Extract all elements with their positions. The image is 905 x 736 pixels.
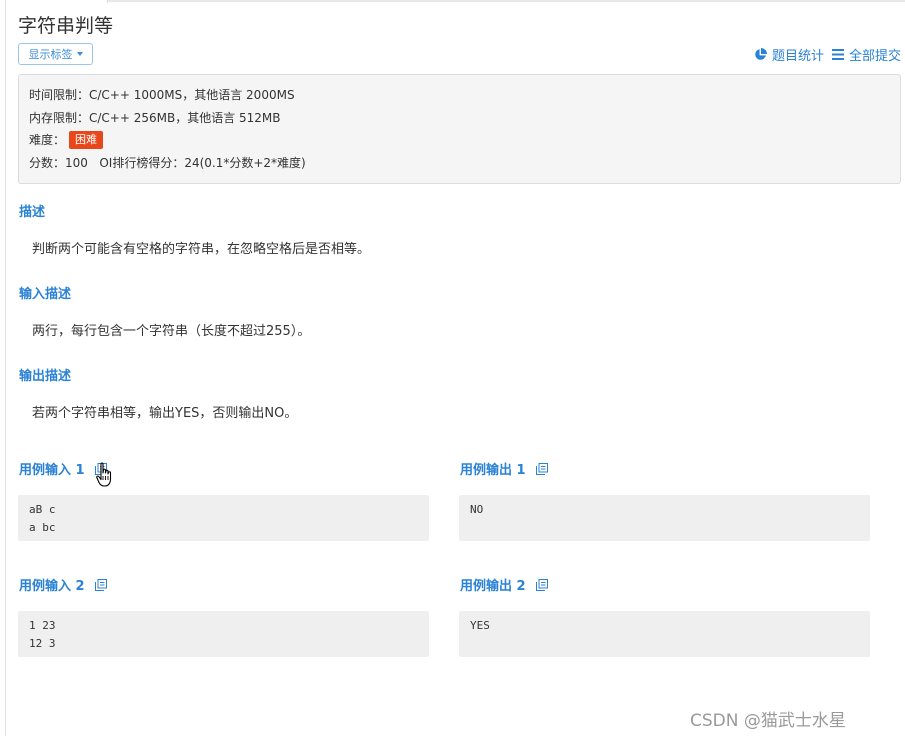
sample-output-2-box: YES [459,611,870,657]
problem-stats-link[interactable]: 题目统计 [754,45,824,64]
sample-input-2-title: 用例输入 2 [19,579,85,594]
code-line: 12 3 [29,637,56,650]
problem-stats-label: 题目统计 [771,49,824,64]
copy-icon[interactable] [535,462,548,475]
code-line: aB c [29,503,56,516]
top-border [108,0,905,2]
sample-input-2-box: 1 23 12 3 [18,611,429,657]
problem-info-panel: 时间限制：C/C++ 1000MS，其他语言 2000MS 内存限制：C/C++… [18,74,901,184]
sample-output-2-header: 用例输出 2 [460,575,548,594]
copy-icon[interactable] [535,578,548,591]
sample-output-1-header: 用例输出 1 [460,459,548,478]
difficulty-row: 难度： 困难 [29,129,890,152]
description-text: 判断两个可能含有空格的字符串，在忽略空格后是否相等。 [32,242,371,257]
show-tags-button[interactable]: 显示标签 [18,43,93,65]
sample-output-2-title: 用例输出 2 [460,579,526,594]
list-icon [831,49,844,60]
time-limit: 时间限制：C/C++ 1000MS，其他语言 2000MS [29,88,295,102]
sample-input-1-box: aB c a bc [18,495,429,541]
sample-input-1-title: 用例输入 1 [19,463,85,478]
all-submissions-label: 全部提交 [848,49,901,64]
code-line: NO [470,503,484,516]
output-description-text: 若两个字符串相等，输出YES，否则输出NO。 [32,406,298,421]
input-description-title: 输入描述 [19,287,72,302]
code-line: a bc [29,521,56,534]
sample-output-1-title: 用例输出 1 [460,463,526,478]
page-title: 字符串判等 [18,15,114,37]
sample-input-1-header: 用例输入 1 [19,459,107,478]
input-description-text: 两行，每行包含一个字符串（长度不超过255）。 [32,324,311,339]
difficulty-label: 难度： [29,133,66,147]
output-description-title: 输出描述 [19,369,72,384]
score-line: 分数：100 OI排行榜得分：24(0.1*分数+2*难度) [29,152,890,175]
code-line: 1 23 [29,619,56,632]
sample-output-1-box: NO [459,495,870,541]
score-text: 分数：100 OI排行榜得分：24(0.1*分数+2*难度) [29,155,306,170]
caret-down-icon [76,52,83,56]
left-border [5,0,6,736]
copy-icon[interactable] [94,578,107,591]
pie-chart-icon [755,48,767,60]
description-title: 描述 [19,205,46,220]
hand-cursor-icon [96,462,112,487]
difficulty-badge: 困难 [69,131,104,150]
code-line: YES [470,619,490,632]
sample-input-2-header: 用例输入 2 [19,575,107,594]
watermark: CSDN @猫武士水星 [690,711,846,731]
top-links: 题目统计 全部提交 [754,45,901,64]
show-tags-label: 显示标签 [28,48,73,61]
memory-limit: 内存限制：C/C++ 256MB，其他语言 512MB [29,110,281,125]
all-submissions-link[interactable]: 全部提交 [831,45,901,64]
